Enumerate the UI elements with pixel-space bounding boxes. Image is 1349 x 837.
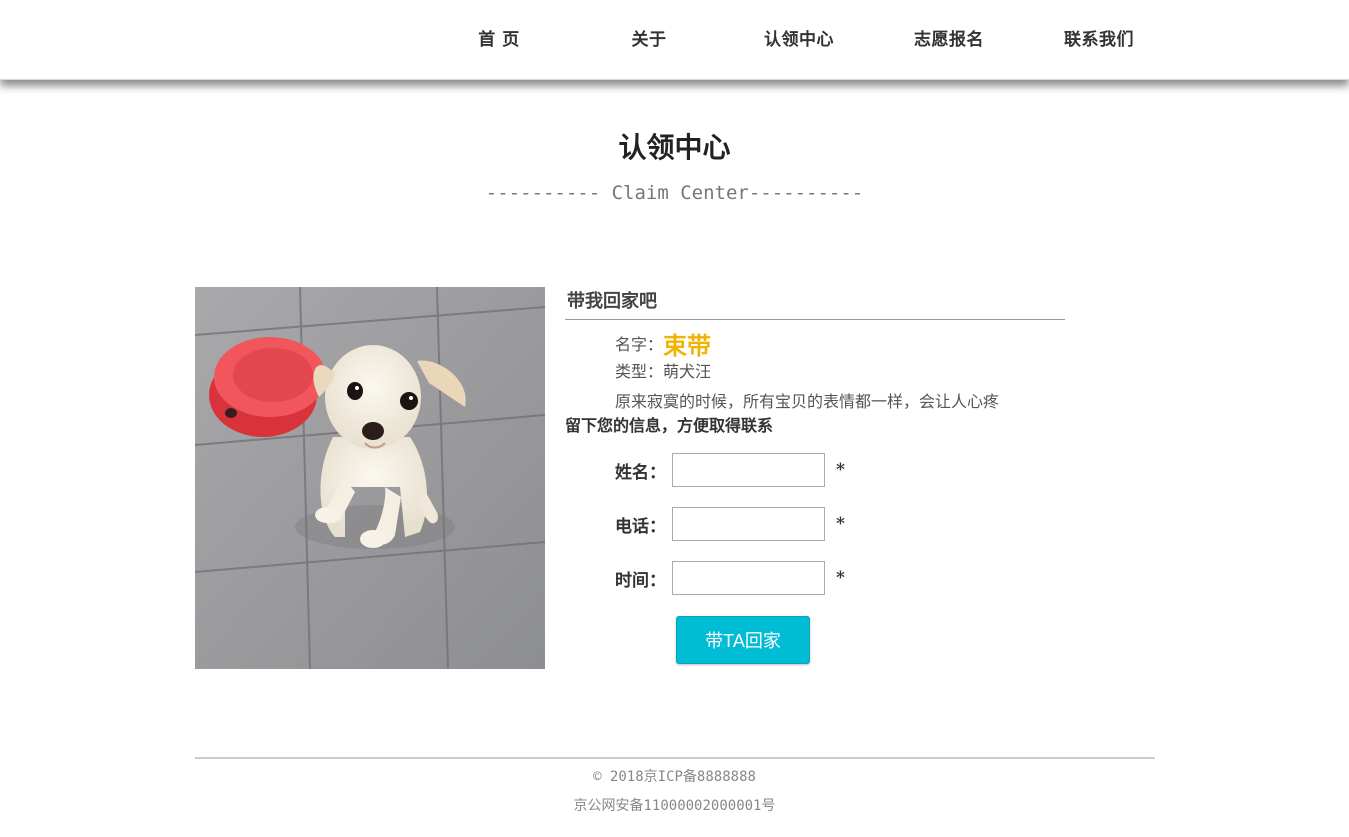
name-row: 姓名： * [615, 453, 845, 487]
puppy-illustration [195, 287, 545, 669]
page-title: 认领中心 [618, 131, 731, 164]
nav-item-about[interactable]: 关于 [574, 0, 724, 80]
take-home-button[interactable]: 带TA回家 [676, 616, 810, 664]
footer-police-record: 京公网安备11000002000001号 [573, 798, 776, 814]
required-mark: * [836, 460, 845, 480]
phone-label: 电话： [615, 516, 666, 537]
nav-item-home[interactable]: 首 页 [424, 0, 574, 80]
page-subtitle: ---------- Claim Center---------- [485, 182, 864, 204]
required-mark: * [836, 568, 845, 588]
pet-name-label: 名字： [615, 335, 664, 354]
phone-input[interactable] [672, 507, 825, 541]
card-title: 带我回家吧 [565, 287, 1065, 320]
time-input[interactable] [672, 561, 825, 595]
nav-item-volunteer-signup[interactable]: 志愿报名 [874, 0, 1024, 80]
pet-info-card: 带我回家吧 名字： 束带 类型：萌犬汪 原来寂寞的时候，所有宝贝的表情都一样，会… [565, 287, 1065, 436]
footer-copyright: © 2018京ICP备8888888 [593, 769, 756, 785]
top-navigation-bar: 首 页 关于 认领中心 志愿报名 联系我们 [0, 0, 1349, 80]
main-nav: 首 页 关于 认领中心 志愿报名 联系我们 [424, 0, 1174, 80]
nav-item-contact-us[interactable]: 联系我们 [1024, 0, 1174, 80]
pet-name-value: 束带 [663, 330, 712, 360]
time-row: 时间： * [615, 561, 845, 595]
pet-photo [195, 287, 545, 669]
pet-name-line: 名字： 束带 [615, 328, 1065, 360]
required-mark: * [836, 514, 845, 534]
nav-item-claim-center[interactable]: 认领中心 [724, 0, 874, 80]
name-label: 姓名： [615, 462, 666, 483]
phone-row: 电话： * [615, 507, 845, 541]
pet-type: 类型：萌犬汪 [615, 362, 712, 381]
time-label: 时间： [615, 570, 666, 591]
footer-divider [195, 757, 1155, 759]
name-input[interactable] [672, 453, 825, 487]
